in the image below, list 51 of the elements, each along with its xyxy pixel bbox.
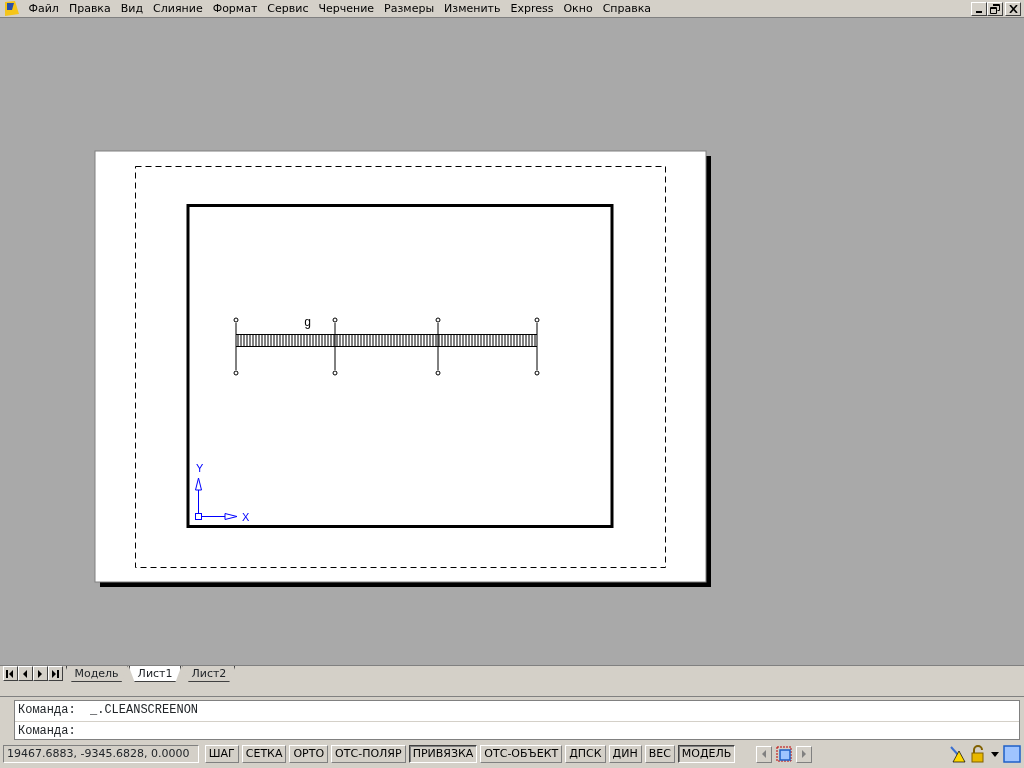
menu-item[interactable]: Правка <box>63 0 116 17</box>
ucs-axes-icon <box>195 477 238 520</box>
left-arrow-icon <box>761 750 768 758</box>
minimize-button[interactable] <box>970 1 987 16</box>
app-logo-icon[interactable] <box>2 0 21 17</box>
status-toggle-button[interactable]: МОДЕЛЬ <box>677 745 736 763</box>
menu-item[interactable]: Черчение <box>313 0 380 17</box>
last-arrow-icon <box>51 669 60 678</box>
status-toggle-button[interactable]: ПРИВЯЗКА <box>408 745 478 763</box>
menu-item[interactable]: Сервис <box>262 0 314 17</box>
menu-item[interactable]: Формат <box>207 0 263 17</box>
status-toggle-button[interactable]: ДПСК <box>565 745 606 763</box>
status-toggle-button[interactable]: ШАГ <box>204 745 239 763</box>
lock-icon[interactable] <box>969 745 987 763</box>
coordinates-readout: 19467.6883, -9345.6828, 0.0000 <box>3 745 199 763</box>
right-arrow-icon <box>36 669 45 678</box>
command-history-line: Команда: _.CLEANSCREENON <box>17 702 200 719</box>
right-arrow-icon <box>801 750 808 758</box>
viewport-maximize-icon[interactable] <box>775 745 794 763</box>
x-axis-label: X <box>242 511 250 523</box>
scroll-left-button[interactable] <box>756 745 773 763</box>
status-toggle-button[interactable]: ВЕС <box>644 745 675 763</box>
layout-tab[interactable]: Лист1 <box>128 666 182 682</box>
menu-item[interactable]: Файл <box>23 0 64 17</box>
first-arrow-icon <box>6 669 15 678</box>
status-toggle-button[interactable]: ОРТО <box>289 745 329 763</box>
layout-tab[interactable]: Модель <box>65 666 128 682</box>
minimize-icon <box>975 10 982 13</box>
menu-item[interactable]: Вид <box>115 0 149 17</box>
menu-item[interactable]: Окно <box>558 0 598 17</box>
restore-icon <box>989 3 1000 14</box>
status-toggle-button[interactable]: СЕТКА <box>241 745 287 763</box>
close-icon <box>1008 4 1018 13</box>
status-toggle-button[interactable]: ОТС-ОБЪЕКТ <box>480 745 563 763</box>
menu-item[interactable]: Express <box>505 0 559 17</box>
menu-item[interactable]: Размеры <box>379 0 440 17</box>
menu-item[interactable]: Слияние <box>148 0 208 17</box>
menu-item[interactable]: Изменить <box>439 0 506 17</box>
menu-item[interactable]: Справка <box>597 0 657 17</box>
dimension-label: g <box>304 316 312 330</box>
left-arrow-icon <box>21 669 30 678</box>
warning-icon[interactable] <box>948 745 966 763</box>
layout-tab[interactable]: Лист2 <box>182 666 236 682</box>
command-prompt[interactable]: Команда: <box>15 722 1019 741</box>
y-axis-label: Y <box>196 462 204 474</box>
first-tab-button[interactable] <box>2 666 18 681</box>
scroll-right-button[interactable] <box>796 745 813 763</box>
caret-icon[interactable] <box>990 750 1000 758</box>
status-toggle-button[interactable]: ДИН <box>608 745 642 763</box>
status-toggle-button[interactable]: ОТС-ПОЛЯР <box>331 745 406 763</box>
close-button[interactable] <box>1005 1 1022 16</box>
